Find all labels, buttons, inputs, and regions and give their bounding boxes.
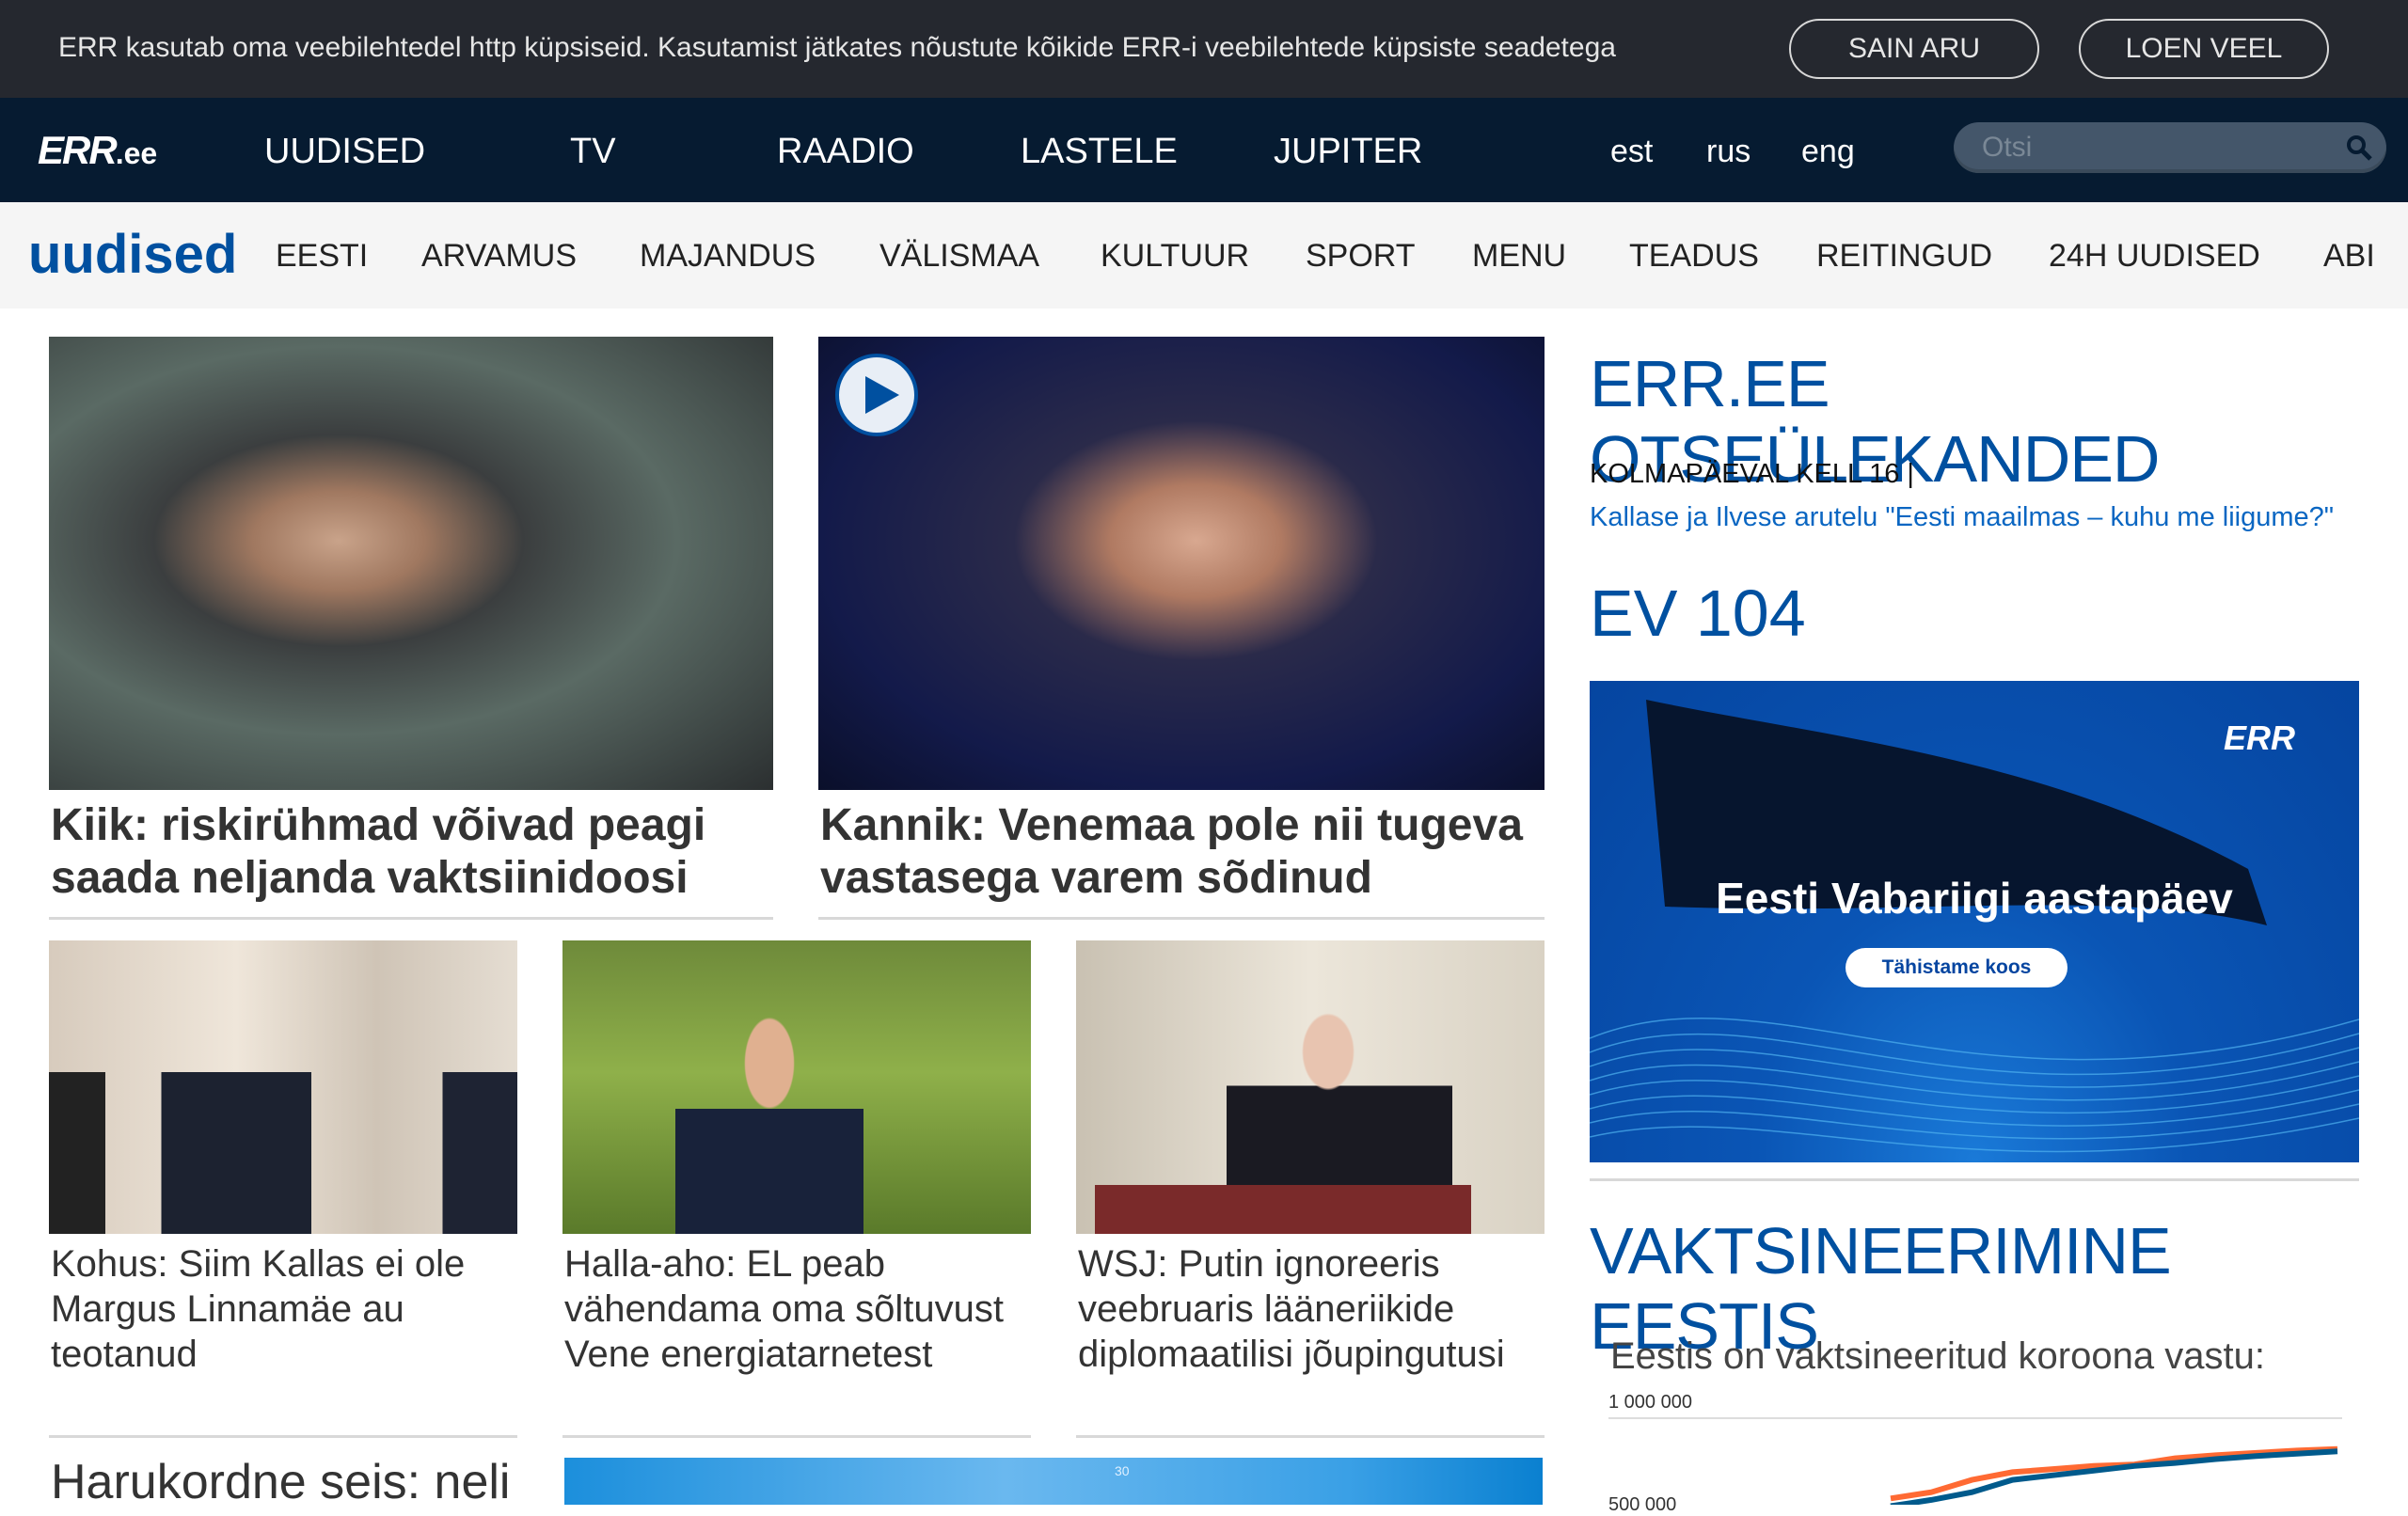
chart-tick: 30: [1115, 1463, 1130, 1478]
nav-raadio[interactable]: RAADIO: [777, 132, 914, 172]
subnav-eesti[interactable]: EESTI: [276, 238, 368, 275]
live-link[interactable]: Kallase ja Ilvese arutelu "Eesti maailma…: [1590, 502, 2334, 533]
search-icon[interactable]: [2345, 134, 2373, 162]
nav-uudised[interactable]: UUDISED: [264, 132, 425, 172]
nav-lastele[interactable]: LASTELE: [1021, 132, 1178, 172]
subnav-kultuur[interactable]: KULTUUR: [1101, 238, 1249, 275]
read-more-button[interactable]: LOEN VEEL: [2079, 19, 2329, 79]
vax-chart: Eestis on vaktsineeritud koroona vastu: …: [1599, 1317, 2352, 1515]
ev-title: EV 104: [1590, 576, 1806, 650]
divider: [49, 917, 773, 920]
play-icon[interactable]: [833, 352, 920, 438]
search-input[interactable]: [1982, 130, 2330, 166]
article-image[interactable]: [49, 940, 517, 1234]
err-logo[interactable]: ERR.ee: [38, 128, 157, 173]
accept-cookies-button[interactable]: SAIN ARU: [1789, 19, 2039, 79]
article-image[interactable]: 30: [564, 1458, 1543, 1505]
subnav-majandus[interactable]: MAJANDUS: [640, 238, 816, 275]
subnav-arvamus[interactable]: ARVAMUS: [421, 238, 577, 275]
banner-title: Eesti Vabariigi aastapäev: [1716, 874, 2233, 923]
banner-button[interactable]: Tähistame koos: [1846, 948, 2067, 987]
article-headline[interactable]: WSJ: Putin ignoreeris veebruaris lääneri…: [1078, 1241, 1546, 1377]
subnav-teadus[interactable]: TEADUS: [1629, 238, 1759, 275]
subnav-valismaa[interactable]: VÄLISMAA: [879, 238, 1039, 275]
divider: [1590, 1178, 2359, 1181]
subnav-24h-uudised[interactable]: 24H UUDISED: [2049, 238, 2260, 275]
article-image[interactable]: [562, 940, 1031, 1234]
section-nav: uudised EESTI ARVAMUS MAJANDUS VÄLISMAA …: [0, 202, 2408, 308]
subnav-reitingud[interactable]: REITINGUD: [1816, 238, 1992, 275]
live-time: KOLMAPÄEVAL KELL 16 |: [1590, 459, 1914, 489]
nav-jupiter[interactable]: JUPITER: [1274, 132, 1422, 172]
nav-tv[interactable]: TV: [570, 132, 616, 172]
chart-series-line-2: [1890, 1448, 2338, 1505]
err-banner-logo: ERR: [2223, 719, 2295, 757]
subnav-sport[interactable]: SPORT: [1306, 238, 1416, 275]
divider: [1076, 1435, 1545, 1438]
article-image[interactable]: [49, 337, 773, 790]
divider: [49, 1435, 517, 1438]
lang-rus[interactable]: rus: [1706, 134, 1751, 170]
section-brand[interactable]: uudised: [28, 223, 237, 286]
cookie-banner: ERR kasutab oma veebilehtedel http küpsi…: [0, 0, 2408, 98]
search-box: [1954, 122, 2386, 173]
article-headline[interactable]: Harukordne seis: neli: [51, 1456, 540, 1508]
lang-eng[interactable]: eng: [1801, 134, 1855, 170]
subnav-abi[interactable]: ABI: [2323, 238, 2375, 275]
ev-banner[interactable]: ERR Eesti Vabariigi aastapäev Tähistame …: [1590, 681, 2359, 1162]
cookie-text: ERR kasutab oma veebilehtedel http küpsi…: [58, 32, 1616, 63]
main-nav: ERR.ee UUDISED TV RAADIO LASTELE JUPITER…: [0, 98, 2408, 202]
article-image[interactable]: [1076, 940, 1545, 1234]
article-headline[interactable]: Kannik: Venemaa pole nii tugeva vastaseg…: [820, 799, 1545, 905]
article-headline[interactable]: Halla-aho: EL peab vähendama oma sõltuvu…: [564, 1241, 1033, 1377]
chart-plot: [1890, 1445, 2338, 1505]
lang-est[interactable]: est: [1610, 134, 1653, 170]
divider: [818, 917, 1545, 920]
article-headline[interactable]: Kohus: Siim Kallas ei ole Margus Linnamä…: [51, 1241, 519, 1377]
subnav-menu[interactable]: MENU: [1472, 238, 1566, 275]
article-image[interactable]: [818, 337, 1545, 790]
logo-text: ERR: [38, 128, 118, 172]
article-headline[interactable]: Kiik: riskirühmad võivad peagi saada nel…: [51, 799, 775, 905]
divider: [562, 1435, 1031, 1438]
logo-suffix: .ee: [115, 136, 158, 170]
